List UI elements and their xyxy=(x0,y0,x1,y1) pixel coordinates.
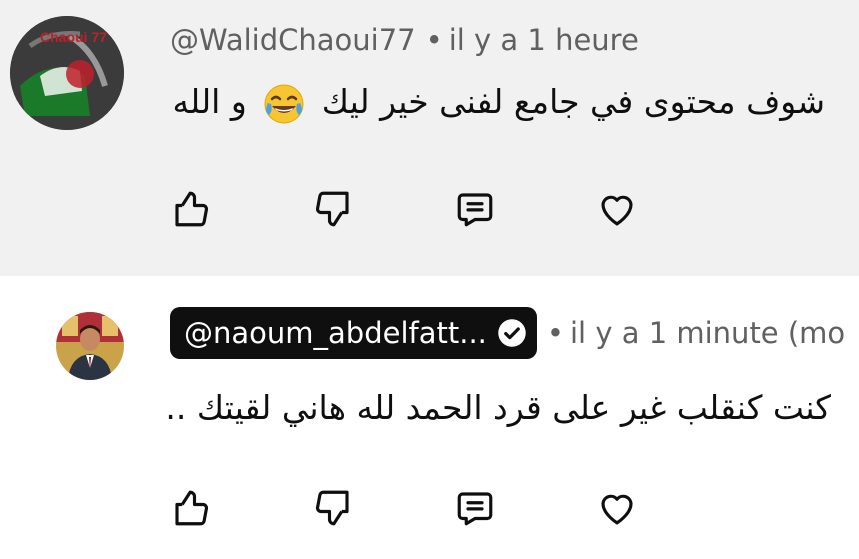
avatar-label: Chaoui 77 xyxy=(40,29,107,45)
comment-text-part: و الله xyxy=(172,82,247,121)
comment-card: @naoum_abdelfatt... • il y a 1 minute (m… xyxy=(0,276,859,559)
comment-text: شوف محتوى في جامع لفنى خير ليك و الله xyxy=(172,82,825,125)
comment-icon xyxy=(457,492,493,526)
heart-icon xyxy=(601,494,633,525)
author-handle[interactable]: @naoum_abdelfatt... xyxy=(184,316,487,350)
author-handle[interactable]: @WalidChaoui77 xyxy=(170,23,416,57)
avatar[interactable]: Chaoui 77 xyxy=(10,16,124,130)
reply-button[interactable] xyxy=(452,186,498,232)
comment-meta: @WalidChaoui77 • il y a 1 heure xyxy=(170,23,639,57)
dislike-button[interactable] xyxy=(310,485,356,531)
comment-time: il y a 1 heure xyxy=(448,23,639,57)
comment-text: كنت كنقلب غير على قرد الحمد لله هاني لقي… xyxy=(165,388,831,427)
thumbs-up-icon xyxy=(175,490,209,526)
comment-card: Chaoui 77 @WalidChaoui77 • il y a 1 heur… xyxy=(0,0,859,276)
comment-actions xyxy=(168,485,640,531)
reply-button[interactable] xyxy=(452,485,498,531)
comment-time: il y a 1 minute (mo xyxy=(570,316,846,350)
dislike-button[interactable] xyxy=(310,186,356,232)
comment-meta: @naoum_abdelfatt... • il y a 1 minute (m… xyxy=(170,307,845,359)
thumbs-down-icon xyxy=(315,490,349,526)
meta-separator: • xyxy=(425,23,443,57)
meta-separator: • xyxy=(546,316,564,350)
comment-actions xyxy=(168,186,640,232)
like-button[interactable] xyxy=(168,186,214,232)
face-with-tears-of-joy-icon xyxy=(263,83,305,125)
comment-icon xyxy=(457,193,493,227)
thumbs-up-icon xyxy=(175,191,209,227)
author-handle-pill[interactable]: @naoum_abdelfatt... xyxy=(170,307,537,359)
comment-text-part: شوف محتوى في جامع لفنى خير ليك xyxy=(321,82,825,121)
heart-button[interactable] xyxy=(594,485,640,531)
heart-icon xyxy=(601,195,633,226)
heart-button[interactable] xyxy=(594,186,640,232)
avatar[interactable] xyxy=(56,312,124,380)
verified-check-icon xyxy=(497,318,527,348)
thumbs-down-icon xyxy=(315,191,349,227)
like-button[interactable] xyxy=(168,485,214,531)
